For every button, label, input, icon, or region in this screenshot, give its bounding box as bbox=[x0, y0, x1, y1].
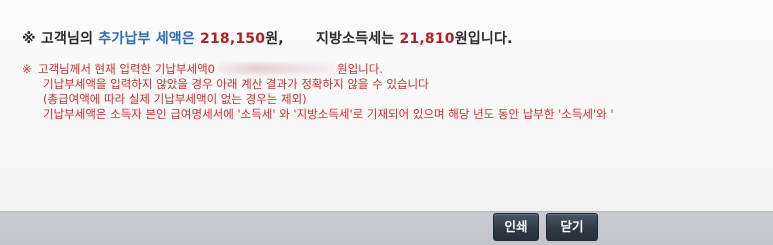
blurred-amount bbox=[216, 63, 335, 74]
close-button[interactable]: 닫기 bbox=[546, 213, 598, 241]
notice-line-4: 기납부세액은 소득자 본인 급여명세서에 '소득세' 와 '지방소득세'로 기재… bbox=[43, 107, 614, 121]
tax-summary: ※ 고객님의 추가납부 세액은 218,150원, 지방소득세는 21,810원… bbox=[22, 28, 513, 48]
notice-entered-amount-suffix: 원입니다. bbox=[336, 62, 383, 76]
print-button[interactable]: 인쇄 bbox=[493, 213, 539, 241]
summary-bullet: ※ bbox=[22, 31, 36, 47]
screen: ※ 고객님의 추가납부 세액은 218,150원, 지방소득세는 21,810원… bbox=[0, 0, 773, 245]
result-dialog: ※ 고객님의 추가납부 세액은 218,150원, 지방소득세는 21,810원… bbox=[0, 0, 773, 212]
notice-block: ※ 고객님께서 현재 입력한 기납부세액0 원입니다. 기납부세액을 입력하지 않았… bbox=[22, 62, 614, 122]
summary-prefix: 고객님의 bbox=[40, 31, 94, 47]
notice-mark: ※ bbox=[22, 62, 32, 76]
local-tax-label: 지방소득세는 bbox=[315, 31, 395, 47]
notice-entered-amount-text: 고객님께서 현재 입력한 기납부세액0 bbox=[38, 62, 215, 76]
won-suffix: 원, bbox=[265, 31, 284, 47]
notice-line-3: (총급여액에 따라 실제 기납부세액이 없는 경우는 제외) bbox=[43, 92, 307, 106]
notice-line-1: ※ 고객님께서 현재 입력한 기납부세액0 원입니다. bbox=[22, 62, 614, 77]
notice-line-2: 기납부세액을 입력하지 않았을 경우 아래 계산 결과가 정확하지 않을 수 있… bbox=[43, 77, 429, 91]
won-suffix-local: 원입니다. bbox=[454, 31, 513, 47]
button-row: 인쇄 닫기 bbox=[0, 213, 773, 245]
additional-tax-label: 추가납부 세액은 bbox=[98, 31, 195, 47]
additional-tax-amount: 218,150 bbox=[200, 31, 266, 47]
local-tax-amount: 21,810 bbox=[399, 31, 455, 47]
